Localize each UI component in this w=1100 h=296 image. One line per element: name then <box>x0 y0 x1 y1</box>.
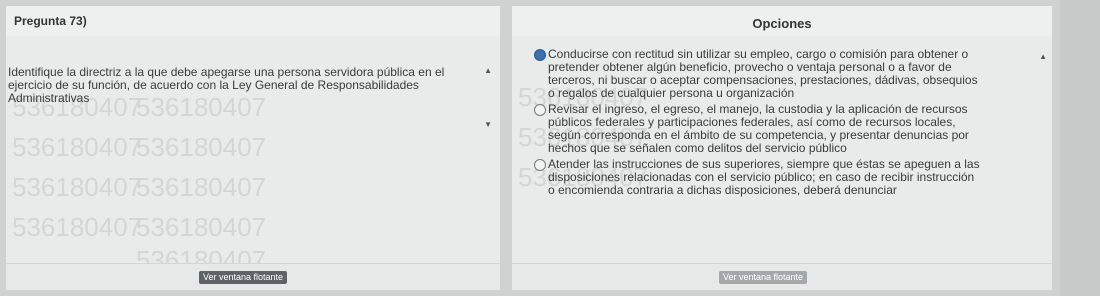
option-item[interactable]: Conducirse con rectitud sin utilizar su … <box>534 48 984 100</box>
radio-icon[interactable] <box>534 104 546 116</box>
option-text: Revisar el ingreso, el egreso, el manejo… <box>548 102 969 155</box>
question-header: Pregunta 73) <box>6 6 500 37</box>
options-title: Opciones <box>752 16 812 31</box>
option-text: Atender las instrucciones de sus superio… <box>548 157 980 197</box>
options-list: Conducirse con rectitud sin utilizar su … <box>534 48 984 200</box>
floating-window-button[interactable]: Ver ventana flotante <box>199 271 288 284</box>
option-text: Conducirse con rectitud sin utilizar su … <box>548 47 978 100</box>
options-content[interactable]: 536180407 536180407 536180407 Conducirse… <box>512 36 1052 264</box>
option-item[interactable]: Revisar el ingreso, el egreso, el manejo… <box>534 103 984 155</box>
question-footer: Ver ventana flotante <box>6 263 500 290</box>
options-footer: Ver ventana flotante <box>512 263 1052 290</box>
radio-icon[interactable] <box>534 159 546 171</box>
window-edge <box>1060 0 1100 296</box>
question-content[interactable]: 536180407 536180407 536180407 536180407 … <box>6 36 500 264</box>
options-header: Opciones <box>512 6 1052 37</box>
radio-selected-icon[interactable] <box>534 49 546 61</box>
question-panel: Pregunta 73) 536180407 536180407 5361804… <box>6 6 500 290</box>
options-panel: Opciones 536180407 536180407 536180407 C… <box>512 6 1052 290</box>
scroll-up-icon[interactable]: ▲ <box>484 66 492 75</box>
scroll-up-icon[interactable]: ▲ <box>1039 52 1047 61</box>
scroll-down-icon[interactable]: ▼ <box>484 120 492 129</box>
question-text: Identifique la directriz a la que debe a… <box>8 65 445 105</box>
question-number: Pregunta 73) <box>14 14 87 28</box>
floating-window-button[interactable]: Ver ventana flotante <box>719 271 808 284</box>
option-item[interactable]: Atender las instrucciones de sus superio… <box>534 158 984 197</box>
